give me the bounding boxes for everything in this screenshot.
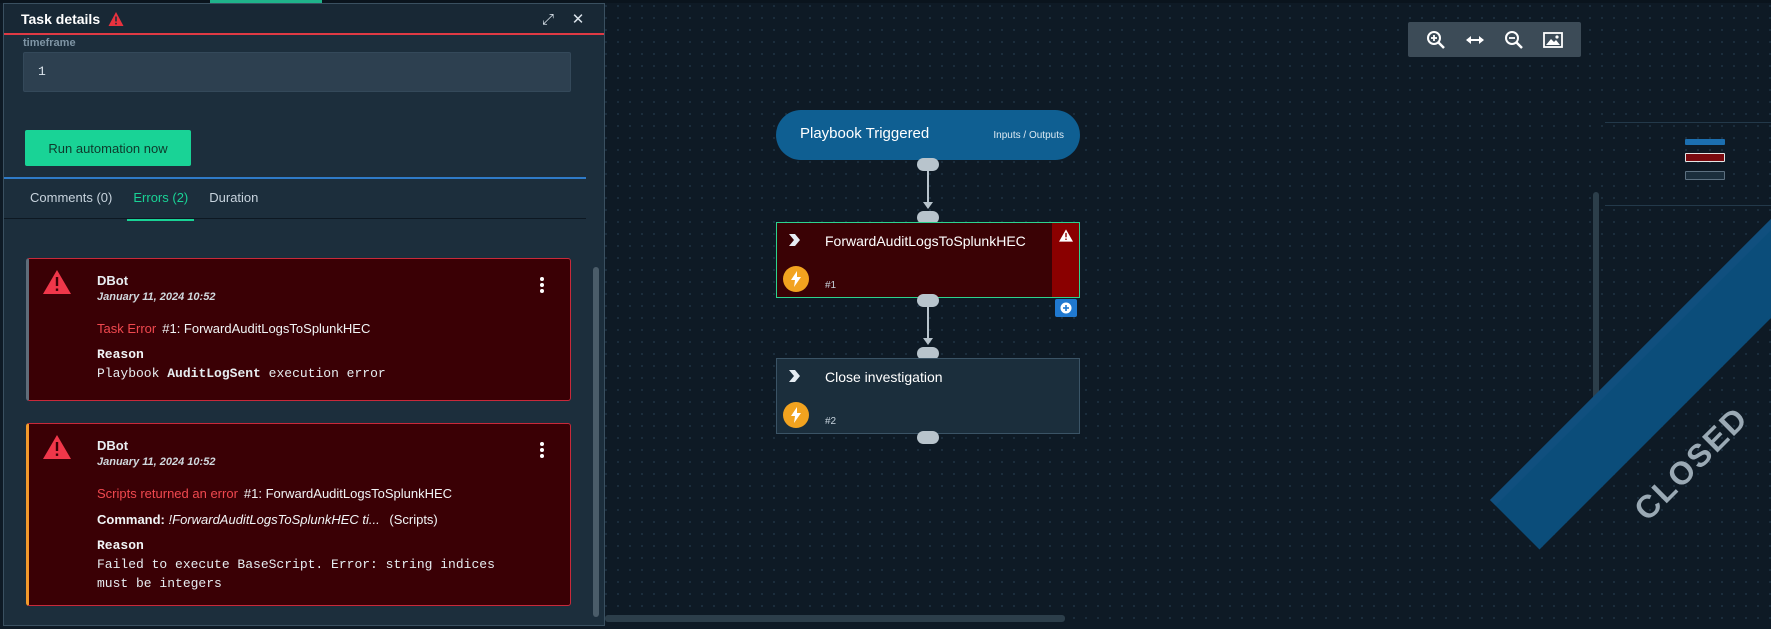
error-title-line: Scripts returned an error #1: ForwardAudi…: [97, 486, 452, 501]
task-error-strip: [1052, 223, 1079, 297]
task-details-panel: Task details ⤢ ✕ timeframe 1 Run automat…: [3, 3, 605, 626]
command-value: !ForwardAuditLogsToSplunkHEC ti...: [168, 512, 380, 527]
panel-scrollbar[interactable]: [593, 267, 599, 617]
plus-circle-icon: [1060, 302, 1072, 314]
connector-line: [927, 166, 929, 206]
run-automation-button[interactable]: Run automation now: [25, 130, 191, 166]
error-task: #1: ForwardAuditLogsToSplunkHEC: [162, 321, 371, 336]
error-type: Scripts returned an error: [97, 486, 238, 501]
minimap-border-bottom: [1605, 205, 1771, 206]
error-author: DBot: [97, 273, 129, 288]
connector-arrow: [923, 202, 933, 209]
reason-text-line-1: Failed to execute BaseScript. Error: str…: [97, 557, 495, 572]
warning-icon: [1059, 229, 1073, 242]
more-options-icon[interactable]: [540, 277, 544, 293]
playbook-triggered-node[interactable]: Playbook Triggered Inputs / Outputs: [776, 110, 1080, 160]
task-node-close-investigation[interactable]: Close investigation #2: [776, 358, 1080, 434]
detail-tabs: Comments (0) Errors (2) Duration: [4, 179, 586, 221]
error-entry: DBot January 11, 2024 10:52 Task Error #1…: [26, 258, 571, 401]
canvas-zoom-toolbar: [1408, 22, 1581, 57]
task-title: ForwardAuditLogsToSplunkHEC: [825, 233, 1026, 249]
connector-line: [927, 302, 929, 342]
automation-bolt-icon: [783, 402, 809, 428]
zoom-out-icon[interactable]: [1503, 29, 1525, 51]
chevron-right-icon: [789, 234, 800, 246]
minimap-node: [1685, 153, 1725, 162]
zoom-in-icon[interactable]: [1425, 29, 1447, 51]
canvas-vertical-scrollbar[interactable]: [1593, 192, 1599, 410]
canvas-horizontal-scrollbar[interactable]: [605, 615, 1065, 622]
tab-comments[interactable]: Comments (0): [24, 179, 118, 218]
trigger-title: Playbook Triggered: [800, 125, 930, 142]
tab-duration[interactable]: Duration: [203, 179, 264, 218]
inputs-outputs-link[interactable]: Inputs / Outputs: [993, 130, 1064, 141]
command-label: Command:: [97, 512, 165, 527]
panel-body: timeframe 1 Run automation now Comments …: [4, 37, 604, 625]
timeframe-label: timeframe: [23, 37, 76, 49]
minimap-node: [1685, 139, 1725, 145]
automation-bolt-icon: [783, 266, 809, 292]
add-task-button[interactable]: [1055, 299, 1077, 317]
reason-prefix: Playbook: [97, 366, 160, 381]
close-icon[interactable]: ✕: [569, 11, 587, 29]
reason-label: Reason: [97, 347, 144, 362]
error-type: Task Error: [97, 321, 157, 336]
error-warning-icon: [43, 270, 71, 294]
reason-playbook-name: AuditLogSent: [167, 366, 261, 381]
error-warning-icon: [43, 435, 71, 459]
connector-arrow: [923, 338, 933, 345]
output-pin: [917, 431, 939, 444]
task-node-forward-audit-logs[interactable]: ForwardAuditLogsToSplunkHEC #1: [776, 222, 1080, 298]
panel-header: Task details ⤢ ✕: [4, 4, 604, 35]
fit-width-icon[interactable]: [1464, 29, 1486, 51]
command-source: (Scripts): [389, 512, 438, 527]
warning-icon: [108, 11, 124, 26]
error-title-line: Task Error #1: ForwardAuditLogsToSplunkHE…: [97, 321, 370, 336]
minimap-border-top: [1605, 122, 1771, 123]
expand-icon[interactable]: ⤢: [539, 11, 557, 29]
reason-label: Reason: [97, 538, 144, 553]
panel-title: Task details: [21, 10, 101, 27]
task-title: Close investigation: [825, 369, 943, 385]
error-entry: DBot January 11, 2024 10:52 Scripts retu…: [26, 423, 571, 606]
timeframe-input[interactable]: 1: [23, 52, 571, 92]
minimap-node: [1685, 171, 1725, 180]
command-line: Command: !ForwardAuditLogsToSplunkHEC ti…: [97, 512, 438, 527]
reason-suffix: execution error: [268, 366, 386, 381]
reason-text: Playbook AuditLogSent execution error: [97, 366, 386, 381]
reason-text-line-2: must be integers: [97, 576, 222, 591]
chevron-right-icon: [789, 370, 800, 382]
tab-errors[interactable]: Errors (2): [127, 179, 195, 221]
error-date: January 11, 2024 10:52: [97, 291, 216, 303]
task-number: #1: [825, 280, 837, 291]
more-options-icon[interactable]: [540, 442, 544, 458]
error-task: #1: ForwardAuditLogsToSplunkHEC: [243, 486, 453, 501]
task-number: #2: [825, 416, 837, 427]
error-author: DBot: [97, 438, 129, 453]
image-export-icon[interactable]: [1542, 29, 1564, 51]
error-date: January 11, 2024 10:52: [97, 456, 216, 468]
